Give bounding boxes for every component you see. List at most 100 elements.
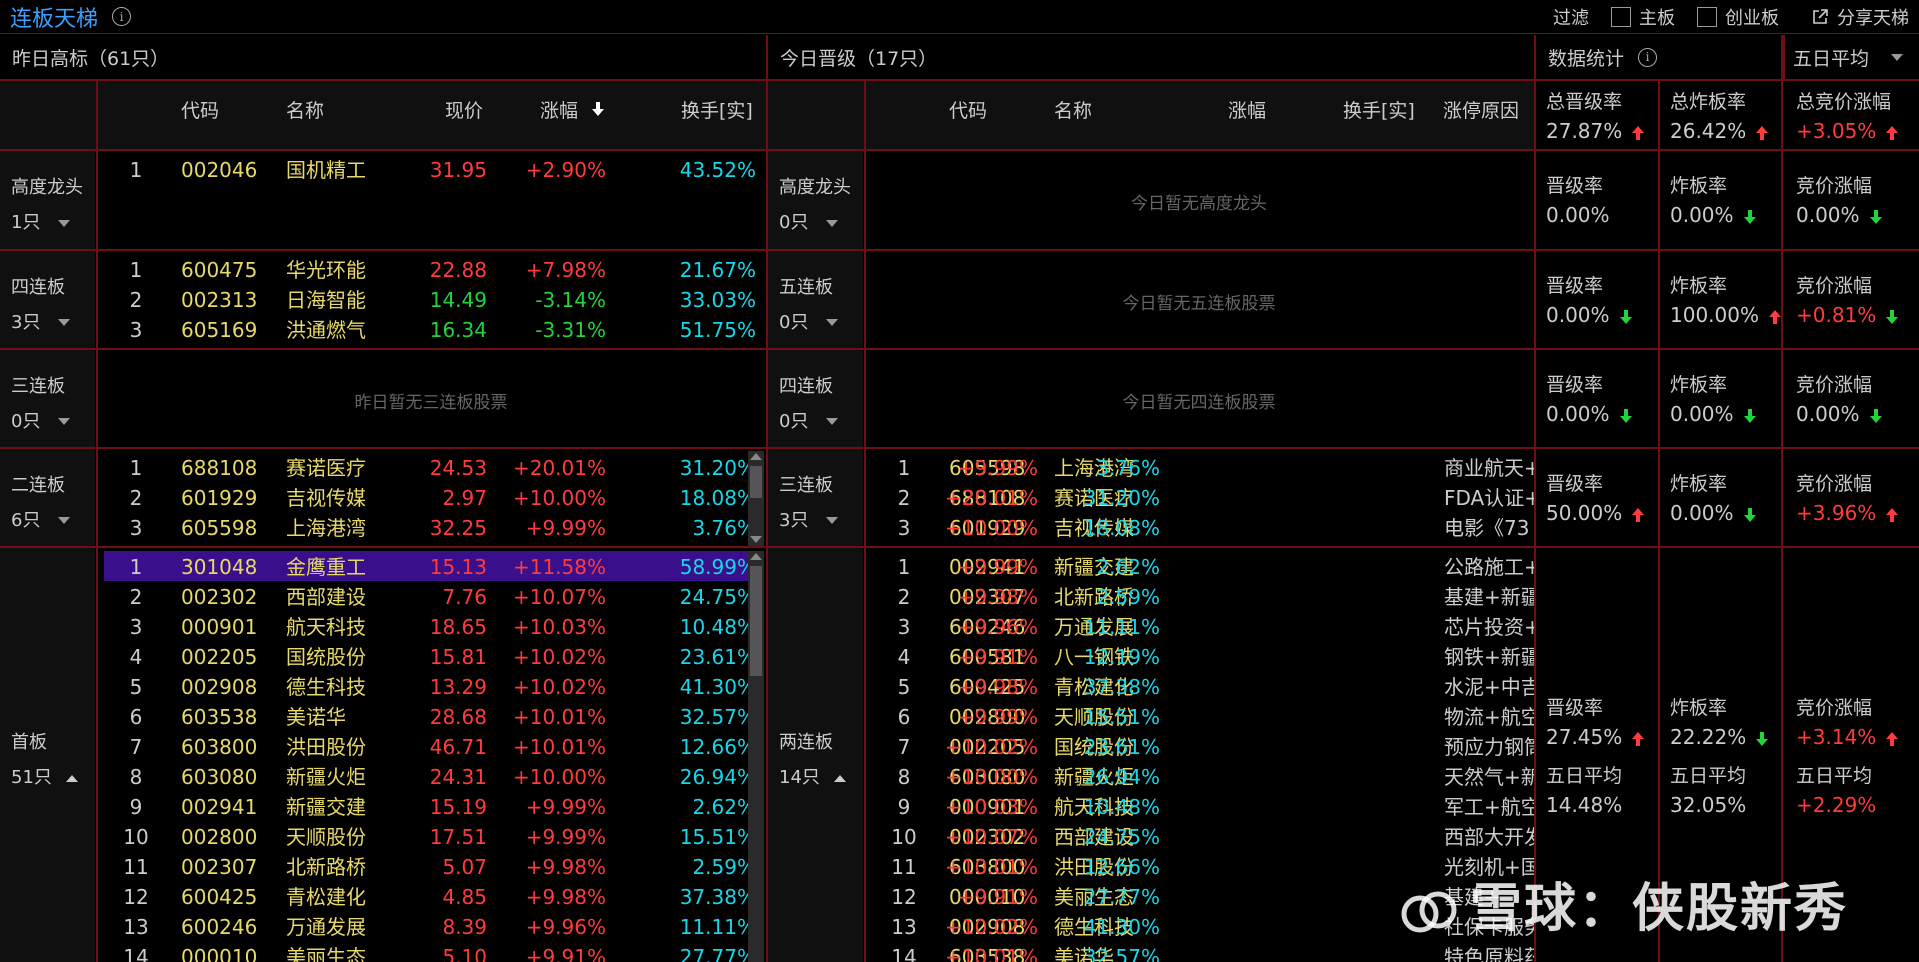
caret-down-icon[interactable]	[826, 418, 839, 425]
table-row[interactable]: 1 002941 新疆交建 +9.99% 2.62% 公路施工+	[768, 552, 1534, 582]
row-index: 2	[897, 585, 911, 609]
mid-section-count[interactable]: 0只	[779, 407, 839, 433]
table-row[interactable]: 6 002800 天顺股份 +9.99% 15.51% 物流+航空	[768, 702, 1534, 732]
table-row[interactable]: 1 301048 金鹰重工 15.13 +11.58% 58.99%	[0, 552, 766, 582]
stat-value: 0.00%	[1546, 203, 1610, 227]
table-row[interactable]: 3 605169 洪通燃气 16.34 -3.31% 51.75%	[0, 315, 766, 345]
stat-value: 0.00%	[1670, 402, 1756, 426]
info-icon[interactable]: i	[112, 7, 132, 26]
table-row[interactable]: 1 002046 国机精工 31.95 +2.90% 43.52%	[0, 155, 766, 185]
main-board-checkbox[interactable]	[1611, 7, 1631, 27]
scroll-up-icon[interactable]	[750, 453, 762, 460]
left-column-header[interactable]: 名称	[286, 96, 324, 123]
table-row[interactable]: 10 002800 天顺股份 17.51 +9.99% 15.51%	[0, 822, 766, 852]
average-dropdown[interactable]: 五日平均	[1783, 35, 1919, 79]
mid-column-header[interactable]: 代码	[949, 96, 987, 123]
change-percent: +10.01%	[944, 855, 1038, 879]
turnover-rate: 43.52%	[679, 158, 756, 182]
row-index: 13	[123, 915, 149, 939]
turnover-rate: 2.62%	[692, 795, 756, 819]
table-row[interactable]: 4 600581 八一钢铁 +9.91% 12.19% 钢铁+新疆	[768, 642, 1534, 672]
mid-column-header[interactable]: 涨幅	[1228, 96, 1266, 123]
table-row[interactable]: 3 000901 航天科技 18.65 +10.03% 10.48%	[0, 612, 766, 642]
stock-name: 青松建化	[286, 885, 366, 909]
scrollbar-thumb[interactable]	[750, 566, 762, 676]
watermark-text: 雪球：侠股新秀	[1470, 879, 1849, 939]
left-section-count[interactable]: 0只	[11, 407, 71, 433]
mid-column-header[interactable]: 涨停原因	[1443, 96, 1519, 123]
left-column-header[interactable]: 涨幅	[540, 96, 578, 123]
stats-panel-header: 数据统计 i	[1536, 35, 1781, 79]
table-row[interactable]: 8 603080 新疆火炬 24.31 +10.00% 26.94%	[0, 762, 766, 792]
chinext-checkbox[interactable]	[1697, 7, 1717, 27]
mid-section-count[interactable]: 0只	[779, 308, 839, 334]
left-column-header[interactable]: 代码	[181, 96, 219, 123]
table-row[interactable]: 9 000901 航天科技 +10.03% 10.48% 军工+航空	[768, 792, 1534, 822]
table-row[interactable]: 13 600246 万通发展 8.39 +9.96% 11.11%	[0, 912, 766, 942]
table-row[interactable]: 7 603800 洪田股份 46.71 +10.01% 12.66%	[0, 732, 766, 762]
mid-column-header[interactable]: 名称	[1054, 96, 1092, 123]
turnover-rate: 10.48%	[679, 615, 756, 639]
change-percent: +9.96%	[525, 915, 606, 939]
table-row[interactable]: 11 002307 北新路桥 5.07 +9.98% 2.59%	[0, 852, 766, 882]
table-row[interactable]: 10 002302 西部建设 +10.07% 24.75% 西部大开发	[768, 822, 1534, 852]
arrow-up-icon	[1632, 125, 1645, 140]
table-row[interactable]: 5 600425 青松建化 +9.98% 37.38% 水泥+中吉	[768, 672, 1534, 702]
sort-desc-icon[interactable]	[592, 102, 604, 116]
stat-value-text: 22.22%	[1670, 725, 1747, 749]
scrollbar-thumb[interactable]	[750, 466, 762, 498]
table-row[interactable]: 3 600246 万通发展 +9.96% 11.11% 芯片投资+	[768, 612, 1534, 642]
table-row[interactable]: 1 600475 华光环能 22.88 +7.98% 21.67%	[0, 255, 766, 285]
table-row[interactable]: 2 601929 吉视传媒 2.97 +10.00% 18.08%	[0, 483, 766, 513]
table-row[interactable]: 7 002205 国统股份 +10.02% 23.61% 预应力钢筒	[768, 732, 1534, 762]
table-row[interactable]: 9 002941 新疆交建 15.19 +9.99% 2.62%	[0, 792, 766, 822]
table-row[interactable]: 1 688108 赛诺医疗 24.53 +20.01% 31.20%	[0, 453, 766, 483]
caret-down-icon[interactable]	[826, 319, 839, 326]
grid-hline	[0, 149, 1919, 151]
turnover-rate: 37.38%	[679, 885, 756, 909]
change-percent: +9.99%	[525, 825, 606, 849]
change-percent: +9.91%	[957, 885, 1038, 909]
table-row[interactable]: 2 002307 北新路桥 +9.98% 2.59% 基建+新疆	[768, 582, 1534, 612]
row-index: 8	[897, 765, 911, 789]
main-board-label[interactable]: 主板	[1639, 4, 1675, 30]
table-row[interactable]: 2 688108 赛诺医疗 +20.01% 31.20% FDA认证+	[768, 483, 1534, 513]
mid-section-count[interactable]: 0只	[779, 208, 839, 234]
table-row[interactable]: 8 603080 新疆火炬 +10.00% 26.94% 天然气+新	[768, 762, 1534, 792]
table-row[interactable]: 6 603538 美诺华 28.68 +10.01% 32.57%	[0, 702, 766, 732]
scroll-down-icon[interactable]	[750, 536, 762, 543]
table-row[interactable]: 2 002302 西部建设 7.76 +10.07% 24.75%	[0, 582, 766, 612]
stat-title: 炸板率	[1670, 275, 1728, 297]
share-ladder-button[interactable]: 分享天梯	[1837, 4, 1909, 30]
stock-code: 002941	[181, 795, 258, 819]
table-row[interactable]: 12 600425 青松建化 4.85 +9.98% 37.38%	[0, 882, 766, 912]
table-row[interactable]: 14 000010 美丽生态 5.10 +9.91% 27.77%	[0, 942, 766, 962]
table-row[interactable]: 14 603538 美诺华 +10.01% 32.57% 特色原料药	[768, 942, 1534, 962]
chinext-label[interactable]: 创业板	[1725, 4, 1779, 30]
table-row[interactable]: 4 002205 国统股份 15.81 +10.02% 23.61%	[0, 642, 766, 672]
left-section-count[interactable]: 1只	[11, 208, 71, 234]
caret-down-icon[interactable]	[58, 418, 71, 425]
stock-code: 601929	[181, 486, 258, 510]
row-index: 4	[897, 645, 911, 669]
change-percent: +9.91%	[957, 645, 1038, 669]
table-row[interactable]: 2 002313 日海智能 14.49 -3.14% 33.03%	[0, 285, 766, 315]
stat-title: 总竞价涨幅	[1796, 91, 1892, 113]
current-price: 24.53	[429, 456, 487, 480]
table-row[interactable]: 3 605598 上海港湾 32.25 +9.99% 3.76%	[0, 513, 766, 543]
mid-column-header[interactable]: 换手[实]	[1343, 96, 1415, 123]
table-row[interactable]: 3 601929 吉视传媒 +10.00% 18.08% 电影《73	[768, 513, 1534, 543]
mid-empty-message: 今日暂无五连板股票	[1122, 293, 1276, 314]
left-column-header[interactable]: 现价	[445, 96, 483, 123]
table-row[interactable]: 1 605598 上海港湾 +9.99% 3.76% 商业航天+	[768, 453, 1534, 483]
share-icon[interactable]	[1811, 8, 1829, 26]
table-row[interactable]: 5 002908 德生科技 13.29 +10.02% 41.30%	[0, 672, 766, 702]
left-column-header[interactable]: 换手[实]	[681, 96, 753, 123]
caret-down-icon[interactable]	[58, 219, 71, 227]
stat-value-text: 0.00%	[1670, 501, 1734, 525]
caret-down-icon[interactable]	[826, 219, 839, 227]
mid-section-label: 四连板	[779, 375, 833, 397]
stats-info-icon[interactable]: i	[1638, 47, 1658, 67]
scroll-up-icon[interactable]	[750, 553, 762, 560]
stat-title: 炸板率	[1670, 175, 1728, 197]
